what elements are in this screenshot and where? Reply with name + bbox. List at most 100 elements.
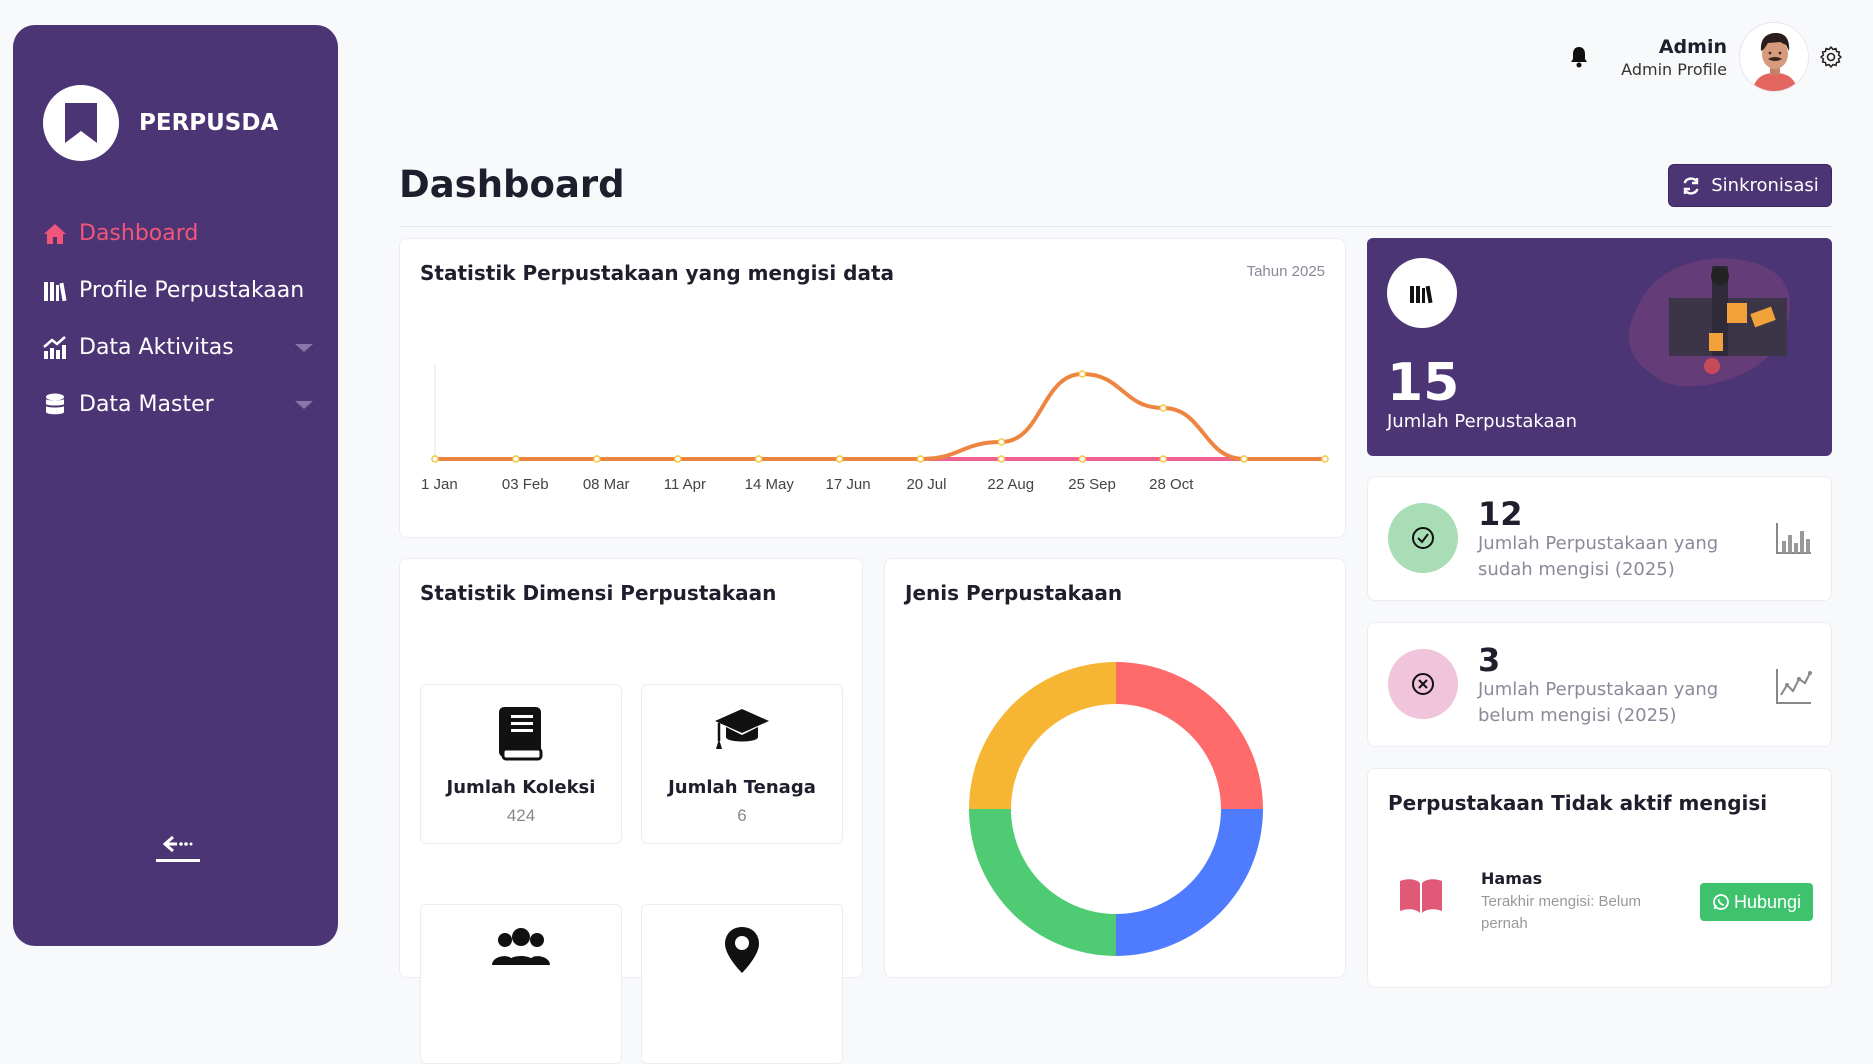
data-point (1078, 455, 1087, 463)
filled-value: 12 (1478, 495, 1523, 533)
book-icon (421, 705, 621, 763)
topbar: Admin Admin Profile (1567, 22, 1843, 92)
sidebar-item-label: Dashboard (79, 221, 199, 246)
x-tick-label: 22 Aug (987, 476, 1034, 493)
chart-up-icon (43, 335, 67, 360)
inactive-title: Perpustakaan Tidak aktif mengisi (1388, 791, 1768, 815)
books-icon (1387, 258, 1457, 328)
sidebar-item-label: Data Master (79, 392, 214, 417)
header-divider (399, 226, 1832, 227)
unfilled-label: Jumlah Perpustakaan yang belum mengisi (… (1478, 679, 1719, 726)
sidebar-item-label: Profile Perpustakaan (79, 278, 305, 303)
x-tick-label: 11 Apr (664, 476, 706, 493)
users-icon (421, 925, 621, 965)
avatar[interactable] (1739, 22, 1809, 92)
database-icon (43, 393, 67, 417)
sync-button[interactable]: Sinkronisasi (1668, 164, 1832, 207)
dimensi-tile-value: 424 (506, 806, 536, 825)
inactive-status: Terakhir mengisi: Belum pernah (1481, 893, 1642, 932)
list-item: Hamas Terakhir mengisi: Belum pernah Hub… (1388, 869, 1813, 939)
sidebar-item-data-master[interactable]: Data Master (43, 376, 313, 433)
unfilled-card: 3 Jumlah Perpustakaan yang belum mengisi… (1367, 622, 1832, 747)
open-book-icon (1400, 879, 1442, 913)
data-point (997, 455, 1006, 463)
dimensi-tile-koleksi[interactable]: Jumlah Koleksi 424 (420, 684, 622, 844)
refresh-icon (1683, 176, 1699, 195)
sidebar: PERPUSDA Dashboard Profile Perpustakaan … (13, 25, 338, 946)
x-tick-label: 20 Jul (906, 476, 946, 493)
x-tick-label: 25 Sep (1068, 476, 1116, 493)
bar-chart-icon (1776, 523, 1811, 554)
x-tick-label: 14 May (745, 476, 795, 493)
stat-chart-card: Statistik Perpustakaan yang mengisi data… (399, 238, 1346, 538)
line-chart-icon (1776, 669, 1812, 704)
data-point (1240, 455, 1248, 463)
dimensi-tile-value: 6 (737, 806, 747, 825)
x-tick-label: 08 Mar (583, 476, 630, 493)
data-point (1159, 455, 1167, 463)
sidebar-collapse-button[interactable] (156, 835, 200, 875)
x-tick-label: 17 Jun (826, 476, 871, 493)
data-point (593, 455, 601, 463)
total-label: Jumlah Perpustakaan (1387, 411, 1577, 432)
home-icon (43, 222, 67, 246)
dimensi-tile-tenaga[interactable]: Jumlah Tenaga 6 (641, 684, 843, 844)
x-circle-icon (1388, 649, 1458, 719)
inactive-name: Hamas (1481, 869, 1543, 888)
donut-slice (969, 662, 1116, 809)
hubungi-label: Hubungi (1733, 891, 1802, 912)
books-icon (43, 279, 67, 303)
brand-name: PERPUSDA (139, 110, 279, 136)
data-point (754, 455, 763, 463)
map-pin-icon (642, 925, 842, 975)
jenis-card: Jenis Perpustakaan (884, 558, 1346, 978)
line-chart: 1 Jan 03 Feb 08 Mar 11 Apr 14 May 17 Jun 20 Ju… (421, 364, 1329, 493)
data-point (673, 455, 682, 463)
x-tick-label: 28 Oct (1149, 476, 1194, 493)
graduation-cap-icon (642, 705, 842, 753)
whatsapp-icon (1713, 894, 1729, 910)
sidebar-item-dashboard[interactable]: Dashboard (43, 205, 313, 262)
user-role: Admin Profile (1621, 59, 1727, 79)
unfilled-value: 3 (1478, 641, 1501, 679)
dimensi-tile-label: Jumlah Koleksi (446, 777, 596, 798)
donut-slice (1116, 809, 1263, 956)
sync-label: Sinkronisasi (1711, 175, 1819, 196)
data-point (1078, 370, 1087, 378)
gear-icon[interactable] (1819, 45, 1843, 69)
sidebar-item-profile-perpustakaan[interactable]: Profile Perpustakaan (43, 262, 313, 319)
filled-label: Jumlah Perpustakaan yang sudah mengisi (… (1478, 533, 1719, 580)
hubungi-button[interactable]: Hubungi (1700, 883, 1813, 921)
donut-slice (969, 809, 1116, 956)
chevron-down-icon (295, 401, 313, 409)
data-point (997, 438, 1006, 446)
sidebar-item-label: Data Aktivitas (79, 335, 234, 360)
user-info[interactable]: Admin Admin Profile (1621, 36, 1727, 79)
inactive-card: Perpustakaan Tidak aktif mengisi Hamas T… (1367, 768, 1832, 988)
collapse-underline (156, 859, 200, 862)
x-tick-label: 03 Feb (502, 476, 549, 493)
sidebar-nav: Dashboard Profile Perpustakaan Data Akti… (43, 205, 313, 433)
bookmark-icon (43, 85, 119, 161)
bell-icon[interactable] (1567, 45, 1591, 69)
total-perpustakaan-card: 15 Jumlah Perpustakaan (1367, 238, 1832, 456)
data-point (1321, 455, 1329, 463)
sidebar-item-data-aktivitas[interactable]: Data Aktivitas (43, 319, 313, 376)
data-point (1159, 404, 1167, 412)
total-value: 15 (1387, 353, 1460, 413)
page-title: Dashboard (399, 163, 625, 206)
filled-card: 12 Jumlah Perpustakaan yang sudah mengis… (1367, 476, 1832, 601)
brand[interactable]: PERPUSDA (43, 85, 278, 161)
series-line (433, 371, 1327, 461)
dimensi-tile-users[interactable] (420, 904, 622, 1064)
data-point (916, 455, 925, 463)
data-point (835, 455, 844, 463)
dimensi-tile-label: Jumlah Tenaga (668, 777, 816, 798)
check-circle-icon (1388, 503, 1458, 573)
x-tick-label: 1 Jan (421, 476, 458, 493)
data-point (512, 455, 520, 463)
collapse-left-icon (163, 835, 193, 853)
dimensi-tile-location[interactable] (641, 904, 843, 1064)
donut-chart (969, 662, 1263, 956)
donut-slice (1116, 662, 1263, 809)
